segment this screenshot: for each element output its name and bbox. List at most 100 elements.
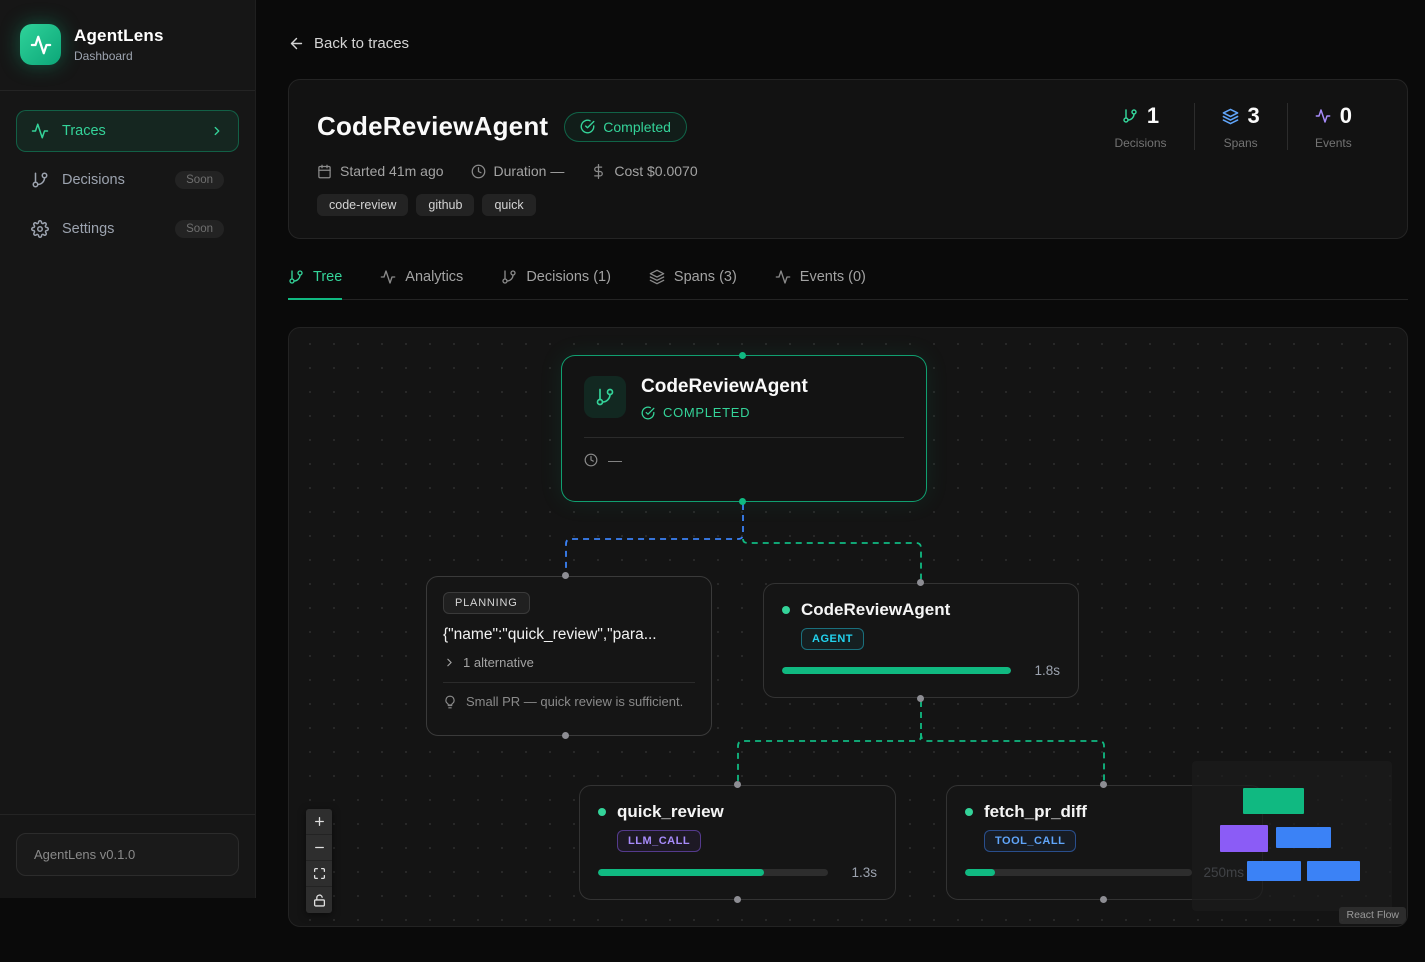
span-type-badge: TOOL_CALL <box>984 830 1076 852</box>
soon-badge: Soon <box>175 171 224 189</box>
back-label: Back to traces <box>314 35 409 52</box>
trace-title: CodeReviewAgent <box>317 111 548 142</box>
app-logo <box>20 24 61 65</box>
duration-label: 1.8s <box>1022 663 1060 678</box>
chevron-right-icon <box>210 124 224 138</box>
minimap-node <box>1220 825 1268 852</box>
lightbulb-icon <box>443 695 457 709</box>
tab-decisions[interactable]: Decisions (1) <box>501 269 611 300</box>
git-branch-icon <box>1122 108 1138 124</box>
sidebar-item-settings[interactable]: Settings Soon <box>16 208 239 250</box>
calendar-icon <box>317 164 332 179</box>
dollar-icon <box>591 164 606 179</box>
minimap-node <box>1247 861 1301 881</box>
gear-icon <box>31 220 49 238</box>
span-title: quick_review <box>617 802 724 822</box>
decision-action-text: {"name":"quick_review","para... <box>443 626 695 644</box>
started-meta: Started 41m ago <box>317 163 444 179</box>
node-decision-planning[interactable]: PLANNING {"name":"quick_review","para...… <box>426 576 712 736</box>
sidebar-item-label: Decisions <box>62 172 125 188</box>
tab-analytics[interactable]: Analytics <box>380 269 463 300</box>
node-root-agent[interactable]: CodeReviewAgent COMPLETED — <box>561 355 927 502</box>
status-dot <box>782 606 790 614</box>
git-branch-icon <box>584 376 626 418</box>
sidebar-nav: Traces Decisions Soon Settings Soon <box>0 91 255 269</box>
arrow-left-icon <box>288 35 305 52</box>
status-dot <box>965 808 973 816</box>
sidebar-item-label: Settings <box>62 221 114 237</box>
zoom-out-button[interactable] <box>306 835 332 861</box>
activity-icon <box>30 34 52 56</box>
stat-events: 0 Events <box>1287 103 1379 150</box>
trace-header-card: CodeReviewAgent Completed 1 Decisions <box>288 79 1408 239</box>
flow-minimap[interactable] <box>1192 761 1392 911</box>
span-title: CodeReviewAgent <box>801 600 950 620</box>
node-handle <box>734 896 741 903</box>
clock-icon <box>584 453 598 467</box>
node-handle <box>739 498 746 505</box>
back-to-traces-link[interactable]: Back to traces <box>288 35 1408 52</box>
activity-icon <box>775 269 791 285</box>
duration-bar <box>598 869 828 876</box>
activity-icon <box>380 269 396 285</box>
stat-decisions: 1 Decisions <box>1087 103 1193 150</box>
chevron-right-icon <box>443 656 456 669</box>
app-header: AgentLens Dashboard <box>0 0 255 91</box>
node-span-quick-review[interactable]: quick_review LLM_CALL 1.3s <box>579 785 896 900</box>
trace-stats: 1 Decisions 3 Spans <box>1087 103 1379 150</box>
node-handle <box>917 695 924 702</box>
tab-events[interactable]: Events (0) <box>775 269 866 300</box>
node-handle <box>917 579 924 586</box>
sidebar-item-traces[interactable]: Traces <box>16 110 239 152</box>
node-handle <box>1100 896 1107 903</box>
check-circle-icon <box>580 119 595 134</box>
sidebar-item-decisions[interactable]: Decisions Soon <box>16 159 239 201</box>
alternatives-toggle[interactable]: 1 alternative <box>443 655 695 670</box>
layers-icon <box>649 269 665 285</box>
layers-icon <box>1222 108 1239 125</box>
root-node-duration: — <box>608 452 622 468</box>
trace-tags: code-review github quick <box>317 194 1379 216</box>
tag: code-review <box>317 194 408 216</box>
tab-tree[interactable]: Tree <box>288 269 342 300</box>
minimap-node <box>1243 788 1304 814</box>
soon-badge: Soon <box>175 220 224 238</box>
minimap-node <box>1276 827 1331 848</box>
flow-controls <box>306 809 332 913</box>
zoom-in-button[interactable] <box>306 809 332 835</box>
sidebar-item-label: Traces <box>62 123 106 139</box>
view-tabs: Tree Analytics Decisions (1) Spans (3) E… <box>288 269 1408 300</box>
check-circle-icon <box>641 406 655 420</box>
sidebar: AgentLens Dashboard Traces Decisions Soo… <box>0 0 256 898</box>
git-branch-icon <box>501 269 517 285</box>
node-handle <box>739 352 746 359</box>
node-handle <box>562 572 569 579</box>
app-subtitle: Dashboard <box>74 49 164 63</box>
fit-view-button[interactable] <box>306 861 332 887</box>
clock-icon <box>471 164 486 179</box>
main-content: Back to traces CodeReviewAgent Completed… <box>288 0 1408 927</box>
trace-meta: Started 41m ago Duration — Cost $0.0070 <box>317 163 1379 179</box>
lock-button[interactable] <box>306 887 332 913</box>
app-name: AgentLens <box>74 26 164 46</box>
span-type-badge: AGENT <box>801 628 864 650</box>
duration-meta: Duration — <box>471 163 565 179</box>
node-handle <box>734 781 741 788</box>
duration-bar <box>782 667 1011 674</box>
root-node-status: COMPLETED <box>663 405 750 420</box>
status-badge: Completed <box>564 112 687 142</box>
decision-type-badge: PLANNING <box>443 592 530 614</box>
node-handle <box>562 732 569 739</box>
duration-bar <box>965 869 1192 876</box>
stat-spans: 3 Spans <box>1194 103 1287 150</box>
git-branch-icon <box>288 269 304 285</box>
decision-reason-text: Small PR — quick review is sufficient. <box>466 694 683 709</box>
activity-icon <box>31 122 49 140</box>
tag: quick <box>482 194 535 216</box>
flow-canvas[interactable]: CodeReviewAgent COMPLETED — P <box>288 327 1408 927</box>
status-dot <box>598 808 606 816</box>
tab-spans[interactable]: Spans (3) <box>649 269 737 300</box>
cost-meta: Cost $0.0070 <box>591 163 697 179</box>
react-flow-attribution[interactable]: React Flow <box>1339 907 1406 924</box>
node-span-codereviewagent[interactable]: CodeReviewAgent AGENT 1.8s <box>763 583 1079 698</box>
